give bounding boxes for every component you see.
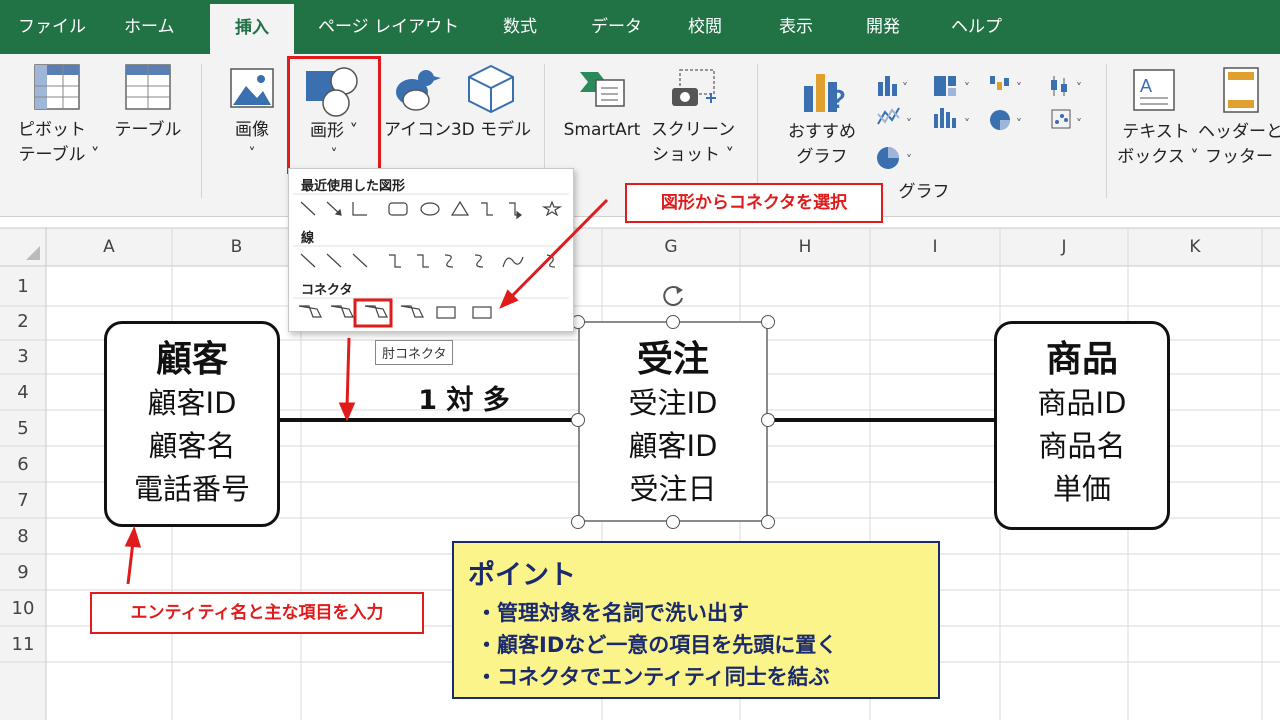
arrow-to-connector	[508, 198, 609, 300]
point-item-1: ・管理対象を名詞で洗い出す	[476, 601, 749, 625]
arrow-to-entity	[126, 541, 135, 585]
point-item-2: ・顧客IDなど一意の項目を先頭に置く	[476, 633, 838, 657]
point-item-3: ・コネクタでエンティティ同士を結ぶ	[476, 665, 830, 689]
arrow-to-line	[345, 337, 351, 409]
point-title: ポイント	[468, 560, 576, 591]
point-box: ポイント ・管理対象を名詞で洗い出す ・顧客IDなど一意の項目を先頭に置く ・コ…	[452, 541, 940, 699]
